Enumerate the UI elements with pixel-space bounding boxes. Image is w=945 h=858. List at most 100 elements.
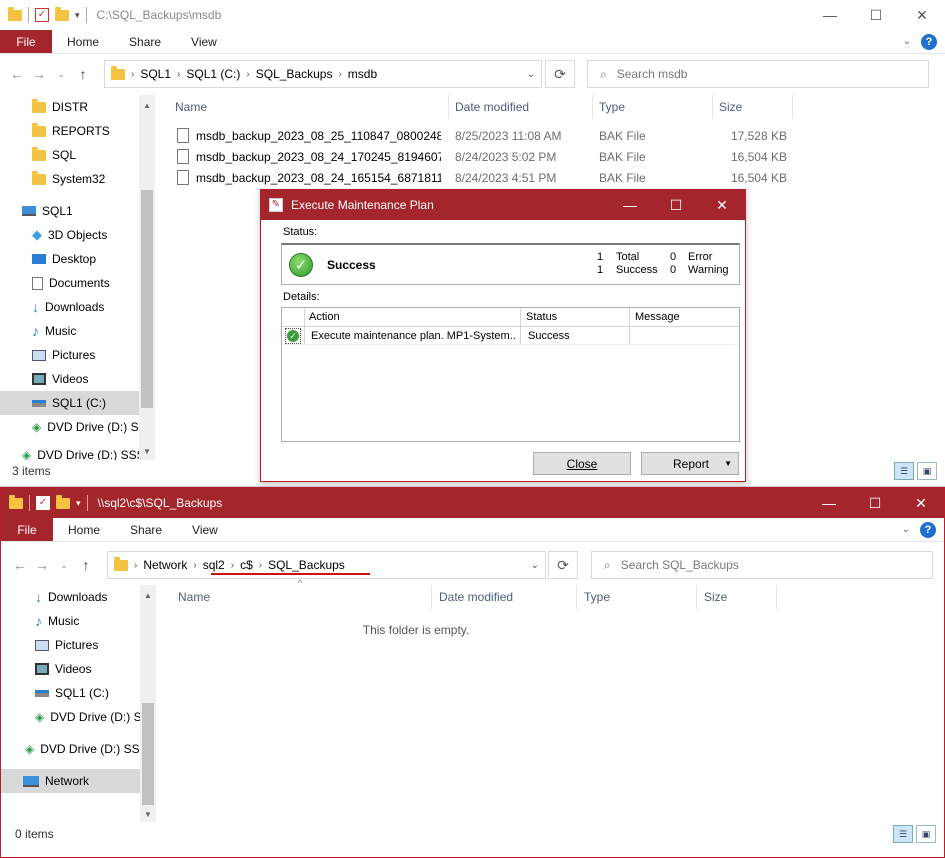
- grid-header-message[interactable]: Message: [635, 311, 680, 323]
- sidebar-item-documents[interactable]: Documents: [0, 271, 155, 295]
- column-divider[interactable]: [431, 585, 432, 609]
- sidebar-item-network[interactable]: Network: [1, 769, 140, 793]
- column-divider[interactable]: [592, 95, 593, 119]
- file-row[interactable]: msdb_backup_2023_08_24_165154_6871811.b.…: [162, 167, 802, 188]
- breadcrumb-item[interactable]: msdb: [348, 67, 377, 81]
- help-icon[interactable]: ?: [920, 521, 936, 538]
- minimize-button[interactable]: —: [607, 190, 653, 220]
- up-arrow-icon[interactable]: ↑: [75, 557, 97, 573]
- column-divider[interactable]: [696, 585, 697, 609]
- column-divider[interactable]: [792, 95, 793, 119]
- sidebar-item-music[interactable]: ♪ Music: [1, 609, 156, 633]
- breadcrumb-item[interactable]: SQL1: [140, 67, 171, 81]
- column-header-name[interactable]: Name: [175, 95, 207, 119]
- new-folder-icon[interactable]: [56, 494, 70, 509]
- properties-icon[interactable]: ✓: [35, 8, 49, 22]
- sidebar-item-system32[interactable]: System32: [0, 167, 155, 191]
- sidebar-item-distr[interactable]: DISTR: [0, 95, 155, 119]
- tab-file[interactable]: File: [0, 30, 52, 53]
- column-header-type[interactable]: Type: [584, 585, 610, 609]
- recent-locations-icon[interactable]: ⌄: [53, 560, 75, 571]
- scrollbar-thumb[interactable]: [141, 190, 153, 408]
- large-icons-view-icon[interactable]: ▣: [917, 462, 937, 480]
- recent-locations-icon[interactable]: ⌄: [50, 69, 72, 80]
- scroll-up-icon[interactable]: ▲: [139, 97, 155, 113]
- close-button[interactable]: ✕: [898, 488, 944, 518]
- chevron-down-icon[interactable]: ⌄: [902, 524, 910, 535]
- tab-home[interactable]: Home: [52, 30, 114, 53]
- sidebar-item-pictures[interactable]: Pictures: [1, 633, 156, 657]
- sidebar-item-videos[interactable]: Videos: [1, 657, 156, 681]
- details-view-icon[interactable]: ☰: [893, 825, 913, 843]
- properties-icon[interactable]: ✓: [36, 496, 50, 510]
- refresh-button[interactable]: ⟳: [545, 60, 575, 88]
- address-dropdown-icon[interactable]: ⌄: [527, 69, 535, 80]
- details-view-icon[interactable]: ☰: [894, 462, 914, 480]
- search-input[interactable]: ⌕ Search msdb: [587, 60, 929, 88]
- column-divider[interactable]: [776, 585, 777, 609]
- sidebar-item-dvd-drive[interactable]: ◈ DVD Drive (D:) SS: [0, 415, 155, 439]
- close-button[interactable]: ✕: [699, 190, 745, 220]
- customize-qat-icon[interactable]: ▾: [76, 498, 81, 509]
- column-header-name[interactable]: Name: [178, 585, 210, 609]
- sidebar-item-dvd-drive-2[interactable]: ◈ DVD Drive (D:) SSS: [1, 737, 156, 761]
- minimize-button[interactable]: —: [807, 0, 853, 30]
- up-arrow-icon[interactable]: ↑: [72, 66, 94, 82]
- tab-view[interactable]: View: [177, 518, 233, 541]
- breadcrumb-item[interactable]: SQL_Backups: [256, 67, 333, 81]
- sidebar-item-sql[interactable]: SQL: [0, 143, 155, 167]
- scroll-down-icon[interactable]: ▼: [140, 806, 156, 822]
- column-header-date[interactable]: Date modified: [439, 585, 513, 609]
- tab-share[interactable]: Share: [114, 30, 176, 53]
- breadcrumb-item[interactable]: SQL_Backups: [268, 558, 345, 572]
- file-row[interactable]: msdb_backup_2023_08_25_110847_0800248.b.…: [162, 125, 802, 146]
- scroll-up-icon[interactable]: ▲: [140, 587, 156, 603]
- help-icon[interactable]: ?: [921, 33, 937, 50]
- sidebar-item-reports[interactable]: REPORTS: [0, 119, 155, 143]
- grid-row[interactable]: ✓ Execute maintenance plan. MP1-System..…: [282, 327, 739, 345]
- sidebar-item-3d-objects[interactable]: ◆ 3D Objects: [0, 223, 155, 247]
- tab-view[interactable]: View: [176, 30, 232, 53]
- column-header-size[interactable]: Size: [704, 585, 727, 609]
- chevron-down-icon[interactable]: ⌄: [903, 36, 911, 47]
- maximize-button[interactable]: ☐: [852, 488, 898, 518]
- tab-file[interactable]: File: [1, 518, 53, 541]
- sidebar-item-dvd-drive-2[interactable]: ◈ DVD Drive (D:) SSS: [0, 443, 155, 460]
- sidebar-item-sql1-c[interactable]: SQL1 (C:): [1, 681, 156, 705]
- close-dialog-button[interactable]: Close: [533, 452, 631, 475]
- column-header-type[interactable]: Type: [599, 95, 625, 119]
- address-dropdown-icon[interactable]: ⌄: [531, 560, 539, 571]
- close-button[interactable]: ✕: [899, 0, 945, 30]
- minimize-button[interactable]: —: [806, 488, 852, 518]
- breadcrumb-item[interactable]: c$: [240, 558, 253, 572]
- large-icons-view-icon[interactable]: ▣: [916, 825, 936, 843]
- sidebar-item-videos[interactable]: Videos: [0, 367, 155, 391]
- sidebar-item-sql1-c[interactable]: SQL1 (C:): [0, 391, 139, 415]
- sidebar-item-desktop[interactable]: Desktop: [0, 247, 155, 271]
- breadcrumb-item[interactable]: SQL1 (C:): [186, 67, 240, 81]
- column-header-date[interactable]: Date modified: [455, 95, 529, 119]
- customize-qat-icon[interactable]: ▾: [75, 10, 80, 21]
- sidebar-item-sql1[interactable]: SQL1: [0, 199, 155, 223]
- file-row[interactable]: msdb_backup_2023_08_24_170245_8194607.b.…: [162, 146, 802, 167]
- new-folder-icon[interactable]: [55, 6, 69, 21]
- search-input[interactable]: ⌕ Search SQL_Backups: [591, 551, 933, 579]
- sidebar-item-pictures[interactable]: Pictures: [0, 343, 155, 367]
- column-divider[interactable]: [576, 585, 577, 609]
- back-arrow-icon[interactable]: ←: [9, 557, 31, 573]
- maximize-button[interactable]: ☐: [853, 0, 899, 30]
- grid-header-status[interactable]: Status: [526, 311, 557, 323]
- breadcrumb-item[interactable]: sql2: [203, 558, 225, 572]
- back-arrow-icon[interactable]: ←: [6, 66, 28, 82]
- scroll-down-icon[interactable]: ▼: [139, 443, 155, 459]
- address-bar[interactable]: › SQL1 › SQL1 (C:) › SQL_Backups › msdb …: [104, 60, 542, 88]
- column-divider[interactable]: [712, 95, 713, 119]
- sidebar-item-dvd-drive[interactable]: ◈ DVD Drive (D:) S!: [1, 705, 156, 729]
- sidebar-item-downloads[interactable]: ↓ Downloads: [1, 585, 156, 609]
- scrollbar-thumb[interactable]: [142, 703, 154, 805]
- breadcrumb-item[interactable]: Network: [143, 558, 187, 572]
- column-header-size[interactable]: Size: [719, 95, 742, 119]
- grid-header-action[interactable]: Action: [309, 311, 340, 323]
- report-button[interactable]: Report ▼: [641, 452, 739, 475]
- column-divider[interactable]: [448, 95, 449, 119]
